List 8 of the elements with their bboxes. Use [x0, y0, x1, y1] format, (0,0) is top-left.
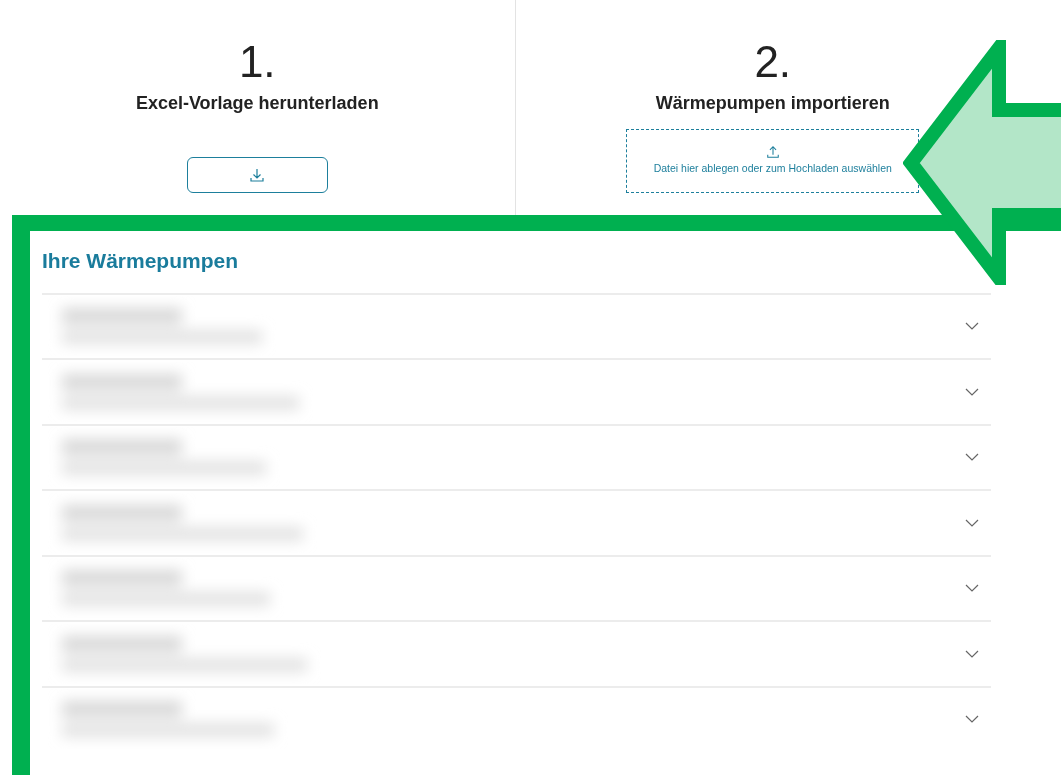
download-button[interactable]: [186, 157, 328, 193]
step-number: 1.: [238, 40, 276, 84]
step-number: 2.: [754, 40, 792, 84]
download-icon: [249, 167, 266, 183]
step-title: Wärmepumpen importieren: [655, 92, 890, 115]
upload-icon: [765, 145, 780, 160]
section-title: Ihre Wärmepumpen: [42, 248, 240, 274]
step-title: Excel-Vorlage herunterladen: [135, 92, 379, 115]
